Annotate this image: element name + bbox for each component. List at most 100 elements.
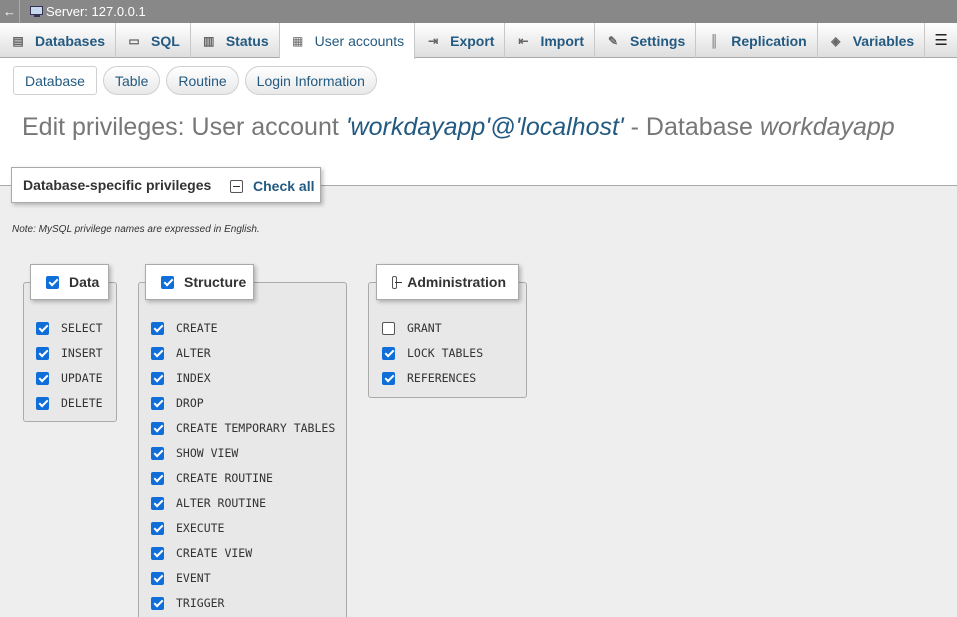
administration-group-legend[interactable]: Administration — [376, 264, 519, 300]
privilege-label[interactable]: SELECT — [61, 321, 103, 335]
privilege-checkbox[interactable] — [151, 421, 164, 435]
subtab-table[interactable]: Table — [102, 66, 161, 95]
tab-import[interactable]: ⇤ Import — [505, 23, 596, 58]
privilege-delete[interactable]: DELETE — [36, 396, 103, 410]
privilege-checkbox[interactable] — [36, 371, 49, 385]
database-icon: ▤ — [12, 33, 24, 48]
administration-group-checkbox[interactable] — [392, 275, 403, 289]
privilege-index[interactable]: INDEX — [151, 371, 211, 385]
sql-icon: ▭ — [128, 33, 140, 48]
privilege-checkbox[interactable] — [151, 471, 164, 485]
data-group-legend[interactable]: Data — [30, 264, 109, 300]
server-icon — [30, 5, 44, 18]
administration-group-label: Administration — [407, 274, 506, 290]
main-tab-bar: ▤ Databases ▭ SQL ▥ Status ▦ User accounts ⇥… — [0, 23, 957, 59]
page-title: Edit privileges: User account 'workdayap… — [22, 113, 895, 142]
check-all-label[interactable]: Check all — [253, 178, 314, 194]
privilege-checkbox[interactable] — [151, 371, 164, 385]
privilege-checkbox[interactable] — [36, 396, 49, 410]
wrench-icon: ✎ — [607, 33, 619, 48]
check-all-checkbox[interactable] — [230, 179, 243, 193]
subtab-login-information[interactable]: Login Information — [244, 66, 377, 95]
privilege-label[interactable]: TRIGGER — [176, 596, 224, 610]
subtab-database[interactable]: Database — [13, 66, 97, 95]
privilege-checkbox[interactable] — [151, 396, 164, 410]
privilege-label[interactable]: EXECUTE — [176, 521, 224, 535]
more-menu-icon[interactable]: ☰ — [925, 23, 957, 57]
privilege-create-routine[interactable]: CREATE ROUTINE — [151, 471, 273, 485]
tab-settings[interactable]: ✎ Settings — [595, 23, 697, 58]
privilege-checkbox[interactable] — [382, 321, 395, 335]
privilege-label[interactable]: INSERT — [61, 346, 103, 360]
privilege-update[interactable]: UPDATE — [36, 371, 103, 385]
structure-group-legend[interactable]: Structure — [145, 264, 254, 300]
privilege-label[interactable]: CREATE TEMPORARY TABLES — [176, 421, 335, 435]
privilege-label[interactable]: ALTER ROUTINE — [176, 496, 266, 510]
tab-replication[interactable]: ║ Replication — [696, 23, 818, 58]
privilege-alter-routine[interactable]: ALTER ROUTINE — [151, 496, 266, 510]
privilege-checkbox[interactable] — [36, 321, 49, 335]
export-icon: ⇥ — [428, 33, 439, 48]
status-icon: ▥ — [203, 33, 215, 48]
privilege-label[interactable]: EVENT — [176, 571, 211, 585]
privilege-create-temporary-tables[interactable]: CREATE TEMPORARY TABLES — [151, 421, 335, 435]
privilege-insert[interactable]: INSERT — [36, 346, 103, 360]
privilege-label[interactable]: CREATE — [176, 321, 218, 335]
privilege-label[interactable]: SHOW VIEW — [176, 446, 238, 460]
privilege-label[interactable]: REFERENCES — [407, 371, 476, 385]
privilege-event[interactable]: EVENT — [151, 571, 211, 585]
privilege-label[interactable]: CREATE VIEW — [176, 546, 252, 560]
server-breadcrumb-bar: ← Server: 127.0.0.1 — [0, 0, 957, 23]
account-link[interactable]: 'workdayapp'@'localhost' — [346, 113, 624, 141]
privilege-label[interactable]: ALTER — [176, 346, 211, 360]
privilege-create-view[interactable]: CREATE VIEW — [151, 546, 252, 560]
privilege-label[interactable]: LOCK TABLES — [407, 346, 483, 360]
privilege-checkbox[interactable] — [382, 346, 395, 360]
privilege-label[interactable]: UPDATE — [61, 371, 103, 385]
privilege-drop[interactable]: DROP — [151, 396, 204, 410]
privilege-execute[interactable]: EXECUTE — [151, 521, 224, 535]
privilege-checkbox[interactable] — [151, 496, 164, 510]
privilege-show-view[interactable]: SHOW VIEW — [151, 446, 238, 460]
server-link[interactable]: Server: 127.0.0.1 — [46, 4, 146, 19]
structure-group-checkbox[interactable] — [161, 275, 174, 289]
tab-user-accounts[interactable]: ▦ User accounts — [279, 23, 416, 59]
privilege-checkbox[interactable] — [151, 596, 164, 610]
title-prefix: Edit privileges: User account — [22, 113, 346, 141]
back-arrow-icon[interactable]: ← — [0, 0, 20, 23]
privilege-label[interactable]: CREATE ROUTINE — [176, 471, 273, 485]
privilege-checkbox[interactable] — [382, 371, 395, 385]
privilege-label[interactable]: DROP — [176, 396, 204, 410]
tab-status[interactable]: ▥ Status — [191, 23, 280, 58]
privilege-checkbox[interactable] — [151, 546, 164, 560]
subtab-routine[interactable]: Routine — [166, 66, 239, 95]
privilege-lock-tables[interactable]: LOCK TABLES — [382, 346, 483, 360]
data-group-label: Data — [69, 274, 100, 290]
tab-variables[interactable]: ◈ Variables — [818, 23, 926, 58]
privileges-legend: Database-specific privileges Check all — [11, 167, 321, 203]
data-group-checkbox[interactable] — [46, 275, 59, 289]
import-icon: ⇤ — [518, 33, 529, 48]
tab-databases[interactable]: ▤ Databases — [0, 23, 117, 58]
privilege-checkbox[interactable] — [151, 571, 164, 585]
tab-sql[interactable]: ▭ SQL — [116, 23, 191, 58]
privilege-trigger[interactable]: TRIGGER — [151, 596, 224, 610]
privilege-checkbox[interactable] — [151, 321, 164, 335]
user-accounts-icon: ▦ — [291, 34, 304, 48]
privilege-checkbox[interactable] — [151, 446, 164, 460]
privilege-checkbox[interactable] — [36, 346, 49, 360]
privilege-label[interactable]: INDEX — [176, 371, 211, 385]
privilege-label[interactable]: DELETE — [61, 396, 103, 410]
check-all-toggle[interactable]: Check all — [230, 168, 314, 204]
tab-export[interactable]: ⇥ Export — [415, 23, 506, 58]
privilege-alter[interactable]: ALTER — [151, 346, 211, 360]
privilege-grant[interactable]: GRANT — [382, 321, 442, 335]
structure-group-label: Structure — [184, 274, 247, 290]
privilege-create[interactable]: CREATE — [151, 321, 218, 335]
privilege-checkbox[interactable] — [151, 346, 164, 360]
privilege-label[interactable]: GRANT — [407, 321, 442, 335]
privilege-select[interactable]: SELECT — [36, 321, 103, 335]
variables-icon: ◈ — [831, 33, 841, 48]
privilege-references[interactable]: REFERENCES — [382, 371, 476, 385]
privilege-checkbox[interactable] — [151, 521, 164, 535]
